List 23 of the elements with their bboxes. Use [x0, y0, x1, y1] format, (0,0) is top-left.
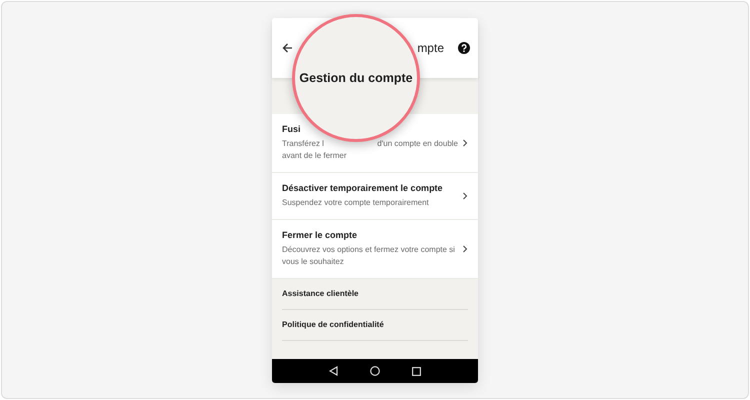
item-description: vous le souhaitez [282, 256, 344, 268]
back-triangle-icon[interactable] [329, 366, 338, 376]
square-icon[interactable] [412, 366, 421, 376]
item-description: Transférez l [282, 138, 324, 150]
footer-link[interactable]: Politique de confidentialité [282, 310, 384, 340]
item-description: d'un compte en double [377, 138, 458, 150]
item-title: Désactiver temporairement le compte [282, 183, 443, 193]
item-description: Découvrez vos options et fermez votre compte si [282, 244, 455, 256]
magnified-heading: Gestion du compte [299, 71, 413, 85]
back-arrow-icon[interactable] [282, 43, 293, 53]
item-title: Fusi [282, 124, 301, 134]
menu-item[interactable]: Désactiver temporairement le compte Suspendez votre compte temporairement [272, 173, 478, 220]
header-title: mpte [417, 40, 444, 56]
chevron-right-icon [462, 139, 468, 147]
footer-link[interactable]: Assistance clientèle [282, 279, 358, 309]
item-description: avant de le fermer [282, 150, 346, 162]
help-icon[interactable] [458, 42, 470, 54]
item-description: Suspendez votre compte temporairement [282, 197, 429, 209]
home-circle-icon[interactable] [370, 366, 380, 376]
menu-item[interactable]: Fermer le compte Découvrez vos options et fermez votre compte si vous le souhaitez [272, 220, 478, 279]
item-title: Fermer le compte [282, 230, 358, 240]
chevron-right-icon [462, 192, 468, 200]
chevron-right-icon [462, 245, 468, 253]
